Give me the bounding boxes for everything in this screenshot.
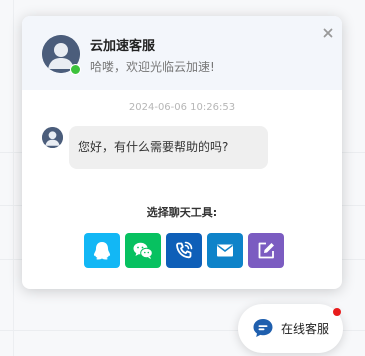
agent-message-bubble: 您好，有什么需要帮助的吗? <box>69 126 268 169</box>
qq-icon <box>93 242 111 260</box>
wechat-button[interactable] <box>125 233 161 268</box>
agent-name: 云加速客服 <box>90 39 156 54</box>
close-icon <box>323 28 333 38</box>
agent-greeting: 哈喽，欢迎光临云加速! <box>90 60 215 74</box>
chat-bubble-icon <box>252 317 274 339</box>
close-button[interactable] <box>320 25 336 41</box>
wechat-icon <box>133 242 153 259</box>
mail-icon <box>217 244 233 257</box>
online-service-label: 在线客服 <box>281 322 330 336</box>
qq-button[interactable] <box>84 233 120 268</box>
background-divider <box>13 0 14 356</box>
online-service-button[interactable]: 在线客服 <box>238 304 343 353</box>
chat-panel: 云加速客服 哈喽，欢迎光临云加速! 2024-06-06 10:26:53 您好… <box>22 16 342 289</box>
message-avatar <box>42 127 63 148</box>
email-button[interactable] <box>207 233 243 268</box>
phone-icon <box>176 241 193 259</box>
tools-title: 选择聊天工具: <box>146 206 218 219</box>
leave-message-button[interactable] <box>248 233 284 268</box>
notification-dot <box>333 308 341 316</box>
online-status-dot <box>70 64 81 75</box>
chat-header: 云加速客服 哈喽，欢迎光临云加速! <box>22 16 342 90</box>
message-timestamp: 2024-06-06 10:26:53 <box>128 102 236 113</box>
edit-icon <box>258 242 274 259</box>
phone-button[interactable] <box>166 233 202 268</box>
